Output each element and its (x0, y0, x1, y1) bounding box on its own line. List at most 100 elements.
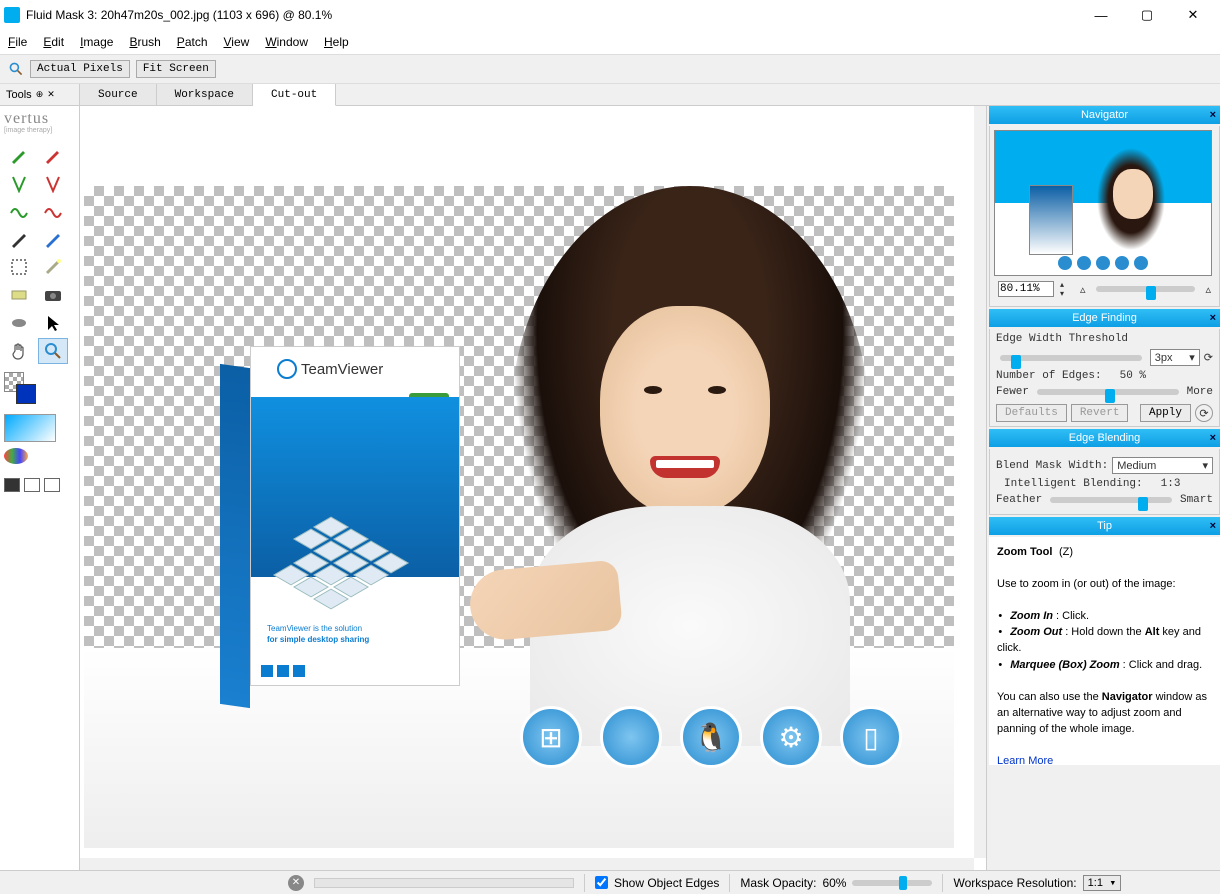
frame-btn-3[interactable] (44, 478, 60, 492)
tab-workspace[interactable]: Workspace (157, 84, 253, 105)
frame-btn-2[interactable] (24, 478, 40, 492)
hand-tool[interactable] (4, 338, 34, 364)
mouse-tool[interactable] (4, 310, 34, 336)
frame-btn-1[interactable] (4, 478, 20, 492)
toolbar: Actual Pixels Fit Screen (0, 54, 1220, 84)
palette-icon[interactable] (4, 448, 28, 464)
tip-header: Tip× (989, 517, 1220, 535)
statusbar: ✕ Show Object Edges Mask Opacity: 60% Wo… (0, 870, 1220, 894)
person-cutout (470, 186, 900, 736)
mobile-icon: ▯ (840, 706, 902, 768)
tools-label: Tools (6, 89, 32, 101)
navigator-close-icon[interactable]: × (1210, 109, 1216, 121)
zoom-out-icon[interactable]: ▵ (1080, 283, 1086, 296)
green-brush-tool[interactable] (4, 142, 34, 168)
blend-mask-width-label: Blend Mask Width: (996, 460, 1108, 472)
show-object-edges-label: Show Object Edges (614, 876, 719, 890)
tab-source[interactable]: Source (80, 84, 157, 105)
right-panels: Navigator× ▴▾ ▵ ▵ Edge Finding× Edge Wid… (986, 106, 1220, 870)
tools-panel: vertus [image therapy] (0, 106, 80, 870)
edge-width-slider[interactable] (1000, 355, 1142, 361)
brand: vertus (4, 110, 75, 128)
green-wave-tool[interactable] (4, 198, 34, 224)
globe-icon: ⚙ (760, 706, 822, 768)
learn-more-link[interactable]: Learn More (997, 755, 1053, 765)
linux-icon: 🐧 (680, 706, 742, 768)
image-thumbnail[interactable] (4, 414, 56, 442)
zoom-slider[interactable] (1096, 286, 1196, 292)
apple-icon (600, 706, 662, 768)
zoom-spinner[interactable]: ▴▾ (1060, 280, 1074, 298)
menu-patch[interactable]: Patch (177, 35, 208, 49)
magnify-icon[interactable] (8, 61, 24, 77)
fewer-label: Fewer (996, 386, 1029, 398)
tools-panel-header: Tools ⊕ ✕ (0, 84, 80, 105)
close-tools-icon[interactable]: ✕ (47, 89, 55, 100)
canvas[interactable]: TeamViewer TeamViewer is t (80, 106, 986, 870)
edge-width-refresh-icon[interactable]: ⟳ (1204, 351, 1213, 364)
status-cancel-icon[interactable]: ✕ (288, 875, 304, 891)
menu-edit[interactable]: Edit (43, 35, 64, 49)
apply-refresh-icon[interactable]: ⟳ (1195, 404, 1213, 422)
mask-opacity-label: Mask Opacity: (740, 876, 816, 890)
menubar: File Edit Image Brush Patch View Window … (0, 30, 1220, 54)
workspace-resolution-select[interactable]: 1:1 ▾ (1083, 875, 1122, 891)
progress-bar (314, 878, 574, 888)
menu-image[interactable]: Image (80, 35, 113, 49)
brand-sub: [image therapy] (4, 127, 75, 134)
revert-button[interactable]: Revert (1071, 404, 1129, 422)
windows-icon: ⊞ (520, 706, 582, 768)
menu-file[interactable]: File (8, 35, 27, 49)
edge-blending-header: Edge Blending× (989, 429, 1220, 447)
red-pick-tool[interactable] (38, 170, 68, 196)
zoom-input[interactable] (998, 281, 1054, 297)
menu-brush[interactable]: Brush (129, 35, 160, 49)
defaults-button[interactable]: Defaults (996, 404, 1067, 422)
platform-icons: ⊞ 🐧 ⚙ ▯ (520, 706, 902, 768)
red-brush-tool[interactable] (38, 142, 68, 168)
edge-blending-close-icon[interactable]: × (1210, 432, 1216, 444)
fit-screen-button[interactable]: Fit Screen (136, 60, 216, 78)
feather-label: Feather (996, 494, 1042, 506)
blend-mask-width-select[interactable]: Medium▾ (1112, 457, 1213, 474)
pen-tool[interactable] (4, 226, 34, 252)
edge-finding-close-icon[interactable]: × (1210, 312, 1216, 324)
tab-cutout[interactable]: Cut-out (253, 84, 336, 106)
tip-close-icon[interactable]: × (1210, 520, 1216, 532)
color-swatches[interactable] (4, 372, 44, 408)
tip-body: Zoom Tool (Z) Use to zoom in (or out) of… (989, 537, 1220, 765)
menu-view[interactable]: View (224, 35, 250, 49)
pointer-tool[interactable] (38, 310, 68, 336)
mask-opacity-slider[interactable] (852, 880, 932, 886)
close-button[interactable]: ✕ (1170, 0, 1216, 30)
window-title: Fluid Mask 3: 20h47m20s_002.jpg (1103 x … (26, 8, 1078, 22)
menu-window[interactable]: Window (265, 35, 308, 49)
zoom-tool[interactable] (38, 338, 68, 364)
apply-button[interactable]: Apply (1140, 404, 1191, 422)
camera-tool[interactable] (38, 282, 68, 308)
num-edges-value: 50 % (1120, 370, 1146, 382)
edge-width-select[interactable]: 3px▾ (1150, 349, 1200, 366)
pushpin-icon[interactable]: ⊕ (36, 89, 44, 100)
blend-slider[interactable] (1050, 497, 1172, 503)
num-edges-slider[interactable] (1037, 389, 1179, 395)
red-wave-tool[interactable] (38, 198, 68, 224)
titlebar: Fluid Mask 3: 20h47m20s_002.jpg (1103 x … (0, 0, 1220, 30)
main-area: vertus [image therapy] (0, 106, 1220, 870)
show-object-edges-checkbox[interactable] (595, 876, 608, 889)
navigator-header: Navigator× (989, 106, 1220, 124)
menu-help[interactable]: Help (324, 35, 349, 49)
vertical-scrollbar[interactable] (974, 106, 986, 858)
minimize-button[interactable]: — (1078, 0, 1124, 30)
blue-pen-tool[interactable] (38, 226, 68, 252)
wand-tool[interactable] (38, 254, 68, 280)
patch-tool[interactable] (4, 282, 34, 308)
maximize-button[interactable]: ▢ (1124, 0, 1170, 30)
horizontal-scrollbar[interactable] (80, 858, 974, 870)
green-pick-tool[interactable] (4, 170, 34, 196)
zoom-in-icon[interactable]: ▵ (1205, 283, 1211, 296)
actual-pixels-button[interactable]: Actual Pixels (30, 60, 130, 78)
more-label: More (1187, 386, 1213, 398)
marquee-tool[interactable] (4, 254, 34, 280)
navigator-thumbnail[interactable] (994, 130, 1212, 276)
